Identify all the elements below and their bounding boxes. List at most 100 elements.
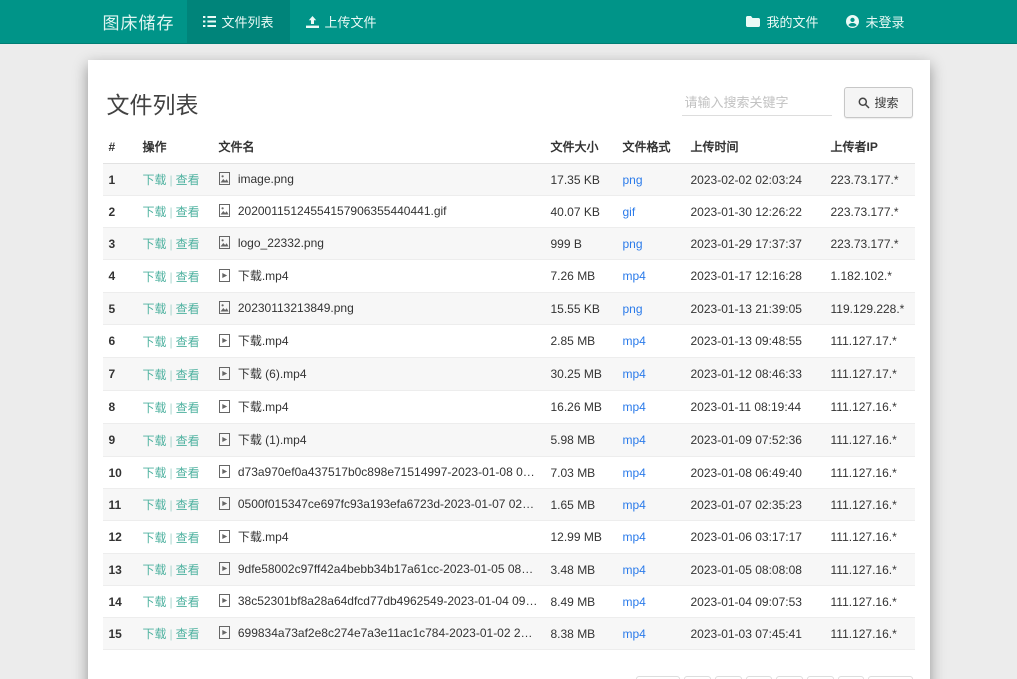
view-link[interactable]: 查看: [176, 466, 200, 480]
file-format-link[interactable]: mp4: [623, 433, 646, 447]
download-link[interactable]: 下载: [143, 531, 167, 545]
view-link[interactable]: 查看: [176, 335, 200, 349]
download-link[interactable]: 下载: [143, 498, 167, 512]
view-link[interactable]: 查看: [176, 302, 200, 316]
file-format-link[interactable]: mp4: [623, 563, 646, 577]
view-link[interactable]: 查看: [176, 205, 200, 219]
file-format-link[interactable]: mp4: [623, 530, 646, 544]
download-link[interactable]: 下载: [143, 563, 167, 577]
table-row: 14 下载|查看 38c52301bf8a28a64dfcd77db496254…: [103, 586, 915, 618]
search-icon: [858, 97, 870, 109]
search-button-label: 搜索: [874, 94, 898, 111]
uploader-ip: 223.73.177.*: [825, 196, 915, 228]
file-size: 16.26 MB: [545, 391, 617, 424]
table-header-row: # 操作 文件名 文件大小 文件格式 上传时间 上传者IP: [103, 130, 915, 164]
file-format-link[interactable]: mp4: [623, 400, 646, 414]
action-separator: |: [170, 466, 173, 480]
header-actions: 操作: [137, 130, 213, 164]
row-index: 8: [103, 391, 137, 424]
file-format-link[interactable]: mp4: [623, 498, 646, 512]
view-link[interactable]: 查看: [176, 368, 200, 382]
view-link[interactable]: 查看: [176, 531, 200, 545]
download-link[interactable]: 下载: [143, 434, 167, 448]
uploader-ip: 111.127.16.*: [825, 489, 915, 521]
file-format-link[interactable]: mp4: [623, 595, 646, 609]
nav-login-status[interactable]: 未登录: [836, 0, 914, 43]
image-file-icon: [219, 301, 230, 317]
file-name: 下载 (1).mp4: [238, 433, 307, 447]
table-row: 2 下载|查看 20200115124554157906355440441.gi…: [103, 196, 915, 228]
row-index: 2: [103, 196, 137, 228]
upload-time: 2023-02-02 02:03:24: [685, 164, 825, 196]
uploader-ip: 111.127.16.*: [825, 424, 915, 457]
header-format: 文件格式: [617, 130, 685, 164]
user-icon: [846, 15, 859, 28]
file-list-panel: 文件列表 搜索 # 操作 文件名 文件大小 文件格式 上传时间 上: [88, 60, 930, 679]
table-row: 13 下载|查看 9dfe58002c97ff42a4bebb34b17a61c…: [103, 554, 915, 586]
nav-my-files[interactable]: 我的文件: [736, 0, 828, 43]
file-format-link[interactable]: png: [623, 302, 643, 316]
download-link[interactable]: 下载: [143, 173, 167, 187]
search-button[interactable]: 搜索: [844, 87, 912, 118]
action-separator: |: [170, 498, 173, 512]
file-format-link[interactable]: gif: [623, 205, 636, 219]
file-format-link[interactable]: mp4: [623, 334, 646, 348]
upload-time: 2023-01-17 12:16:28: [685, 260, 825, 293]
row-index: 1: [103, 164, 137, 196]
download-link[interactable]: 下载: [143, 335, 167, 349]
tab-upload-file[interactable]: 上传文件: [290, 0, 393, 43]
view-link[interactable]: 查看: [176, 627, 200, 641]
file-format-link[interactable]: png: [623, 237, 643, 251]
file-name: 0500f015347ce697fc93a193efa6723d-2023-01…: [238, 497, 545, 511]
download-link[interactable]: 下载: [143, 205, 167, 219]
action-separator: |: [170, 401, 173, 415]
row-index: 4: [103, 260, 137, 293]
search-input[interactable]: [682, 90, 832, 116]
view-link[interactable]: 查看: [176, 270, 200, 284]
download-link[interactable]: 下载: [143, 270, 167, 284]
download-link[interactable]: 下载: [143, 627, 167, 641]
tab-file-list-label: 文件列表: [222, 12, 274, 31]
file-format-link[interactable]: mp4: [623, 269, 646, 283]
video-file-icon: [219, 334, 230, 350]
file-size: 5.98 MB: [545, 424, 617, 457]
table-row: 7 下载|查看 下载 (6).mp4 30.25 MB mp4 2023-01-…: [103, 358, 915, 391]
table-row: 3 下载|查看 logo_22332.png 999 B png 2023-01…: [103, 228, 915, 260]
file-format-link[interactable]: mp4: [623, 466, 646, 480]
file-name: image.png: [238, 172, 294, 186]
video-file-icon: [219, 626, 230, 642]
search-box: 搜索: [682, 87, 912, 118]
file-format-link[interactable]: mp4: [623, 627, 646, 641]
file-format-link[interactable]: png: [623, 173, 643, 187]
file-name: 38c52301bf8a28a64dfcd77db4962549-2023-01…: [238, 594, 545, 608]
action-separator: |: [170, 563, 173, 577]
row-index: 3: [103, 228, 137, 260]
view-link[interactable]: 查看: [176, 563, 200, 577]
tab-file-list[interactable]: 文件列表: [187, 0, 290, 43]
file-name: 下载.mp4: [238, 334, 289, 348]
download-link[interactable]: 下载: [143, 595, 167, 609]
uploader-ip: 111.127.17.*: [825, 358, 915, 391]
video-file-icon: [219, 433, 230, 449]
view-link[interactable]: 查看: [176, 595, 200, 609]
view-link[interactable]: 查看: [176, 434, 200, 448]
uploader-ip: 111.127.16.*: [825, 391, 915, 424]
video-file-icon: [219, 497, 230, 513]
view-link[interactable]: 查看: [176, 498, 200, 512]
action-separator: |: [170, 627, 173, 641]
view-link[interactable]: 查看: [176, 401, 200, 415]
view-link[interactable]: 查看: [176, 173, 200, 187]
table-row: 15 下载|查看 699834a73af2e8c274e7a3e11ac1c78…: [103, 618, 915, 650]
download-link[interactable]: 下载: [143, 401, 167, 415]
download-link[interactable]: 下载: [143, 302, 167, 316]
view-link[interactable]: 查看: [176, 237, 200, 251]
file-format-link[interactable]: mp4: [623, 367, 646, 381]
file-size: 30.25 MB: [545, 358, 617, 391]
row-index: 12: [103, 521, 137, 554]
download-link[interactable]: 下载: [143, 237, 167, 251]
file-name: 20200115124554157906355440441.gif: [238, 204, 447, 218]
download-link[interactable]: 下载: [143, 368, 167, 382]
header-index: #: [103, 130, 137, 164]
file-size: 999 B: [545, 228, 617, 260]
download-link[interactable]: 下载: [143, 466, 167, 480]
